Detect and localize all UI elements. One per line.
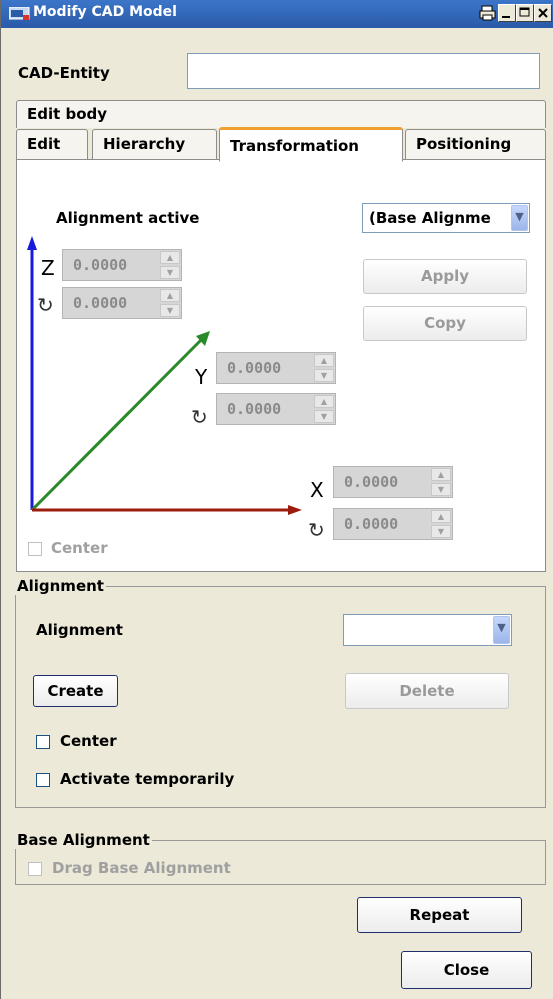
alignment-active-select[interactable]: (Base Alignme ▼	[362, 203, 530, 233]
repeat-button[interactable]: Repeat	[357, 897, 522, 933]
modify-cad-model-window: Modify CAD Model CAD-Entity Edit body Ed…	[0, 0, 553, 999]
z-rotation-value: 0.0000	[73, 294, 128, 312]
z-translation-spinner[interactable]: 0.0000 ▲ ▼	[62, 249, 182, 281]
alignment-select[interactable]: ▼	[343, 614, 512, 646]
chevron-down-icon[interactable]: ▼	[493, 616, 510, 644]
delete-button[interactable]: Delete	[345, 673, 509, 709]
close-icon	[538, 8, 548, 18]
alignment-active-value: (Base Alignme	[369, 209, 491, 227]
alignment-active-label: Alignment active	[56, 209, 200, 227]
x-axis-arrow	[288, 505, 302, 515]
apply-button[interactable]: Apply	[363, 259, 527, 294]
spin-up-icon[interactable]: ▲	[314, 395, 334, 408]
spin-down-icon[interactable]: ▼	[314, 369, 334, 382]
spin-down-icon[interactable]: ▼	[431, 525, 451, 538]
copy-button[interactable]: Copy	[363, 306, 527, 341]
spin-up-icon[interactable]: ▲	[160, 289, 180, 302]
x-translation-spinner[interactable]: 0.0000 ▲ ▼	[333, 466, 453, 498]
cad-entity-label: CAD-Entity	[18, 64, 110, 82]
spin-up-icon[interactable]: ▲	[431, 510, 451, 523]
y-axis-label: Y	[195, 365, 208, 389]
spin-up-icon[interactable]: ▲	[160, 251, 180, 264]
spin-down-icon[interactable]: ▼	[431, 483, 451, 496]
tab-edit-body[interactable]: Edit body	[16, 100, 546, 128]
spin-up-icon[interactable]: ▲	[314, 354, 334, 367]
alignment-label: Alignment	[36, 621, 123, 639]
tab-transformation[interactable]: Transformation	[219, 127, 403, 162]
y-rotation-spinner[interactable]: 0.0000 ▲ ▼	[216, 393, 336, 425]
base-alignment-group-legend: Base Alignment	[15, 831, 152, 849]
print-icon[interactable]	[479, 4, 497, 22]
x-rotation-spinner[interactable]: 0.0000 ▲ ▼	[333, 508, 453, 540]
rotate-icon: ↻	[308, 518, 325, 542]
y-translation-spinner[interactable]: 0.0000 ▲ ▼	[216, 352, 336, 384]
spin-up-icon[interactable]: ▲	[431, 468, 451, 481]
tab-hierarchy[interactable]: Hierarchy	[92, 129, 217, 159]
y-rotation-value: 0.0000	[227, 400, 282, 418]
rotate-icon: ↻	[191, 405, 208, 429]
cad-entity-field[interactable]	[187, 53, 540, 89]
z-axis-label: Z	[41, 256, 55, 280]
tab-positioning[interactable]: Positioning	[405, 129, 546, 159]
z-axis-arrow	[27, 236, 37, 250]
spin-down-icon[interactable]: ▼	[160, 266, 180, 279]
x-axis-label: X	[310, 478, 324, 502]
app-icon	[9, 7, 30, 20]
create-button[interactable]: Create	[33, 675, 118, 707]
minimize-icon	[502, 16, 510, 18]
window-title: Modify CAD Model	[33, 4, 177, 20]
transform-center-checkbox[interactable]	[28, 542, 42, 556]
minimize-button[interactable]	[498, 4, 516, 22]
rotate-icon: ↻	[37, 293, 54, 317]
x-translation-value: 0.0000	[344, 473, 399, 491]
drag-base-alignment-checkbox[interactable]	[28, 862, 42, 876]
alignment-center-checkbox[interactable]	[36, 735, 50, 749]
y-axis-line	[30, 336, 205, 512]
activate-temporarily-label: Activate temporarily	[60, 770, 235, 788]
close-button[interactable]: Close	[401, 951, 532, 989]
title-bar[interactable]: Modify CAD Model	[1, 0, 553, 28]
x-rotation-value: 0.0000	[344, 515, 399, 533]
spin-down-icon[interactable]: ▼	[160, 304, 180, 317]
y-translation-value: 0.0000	[227, 359, 282, 377]
maximize-button[interactable]	[516, 4, 534, 22]
z-rotation-spinner[interactable]: 0.0000 ▲ ▼	[62, 287, 182, 319]
chevron-down-icon[interactable]: ▼	[511, 205, 528, 231]
activate-temporarily-checkbox[interactable]	[36, 773, 50, 787]
drag-base-alignment-label: Drag Base Alignment	[52, 859, 231, 877]
transform-center-label: Center	[51, 539, 108, 557]
z-translation-value: 0.0000	[73, 256, 128, 274]
alignment-group-legend: Alignment	[15, 577, 106, 595]
close-window-button[interactable]	[534, 4, 552, 22]
spin-down-icon[interactable]: ▼	[314, 410, 334, 423]
maximize-icon	[519, 7, 530, 17]
alignment-center-label: Center	[60, 732, 117, 750]
tab-edit[interactable]: Edit	[16, 129, 88, 159]
